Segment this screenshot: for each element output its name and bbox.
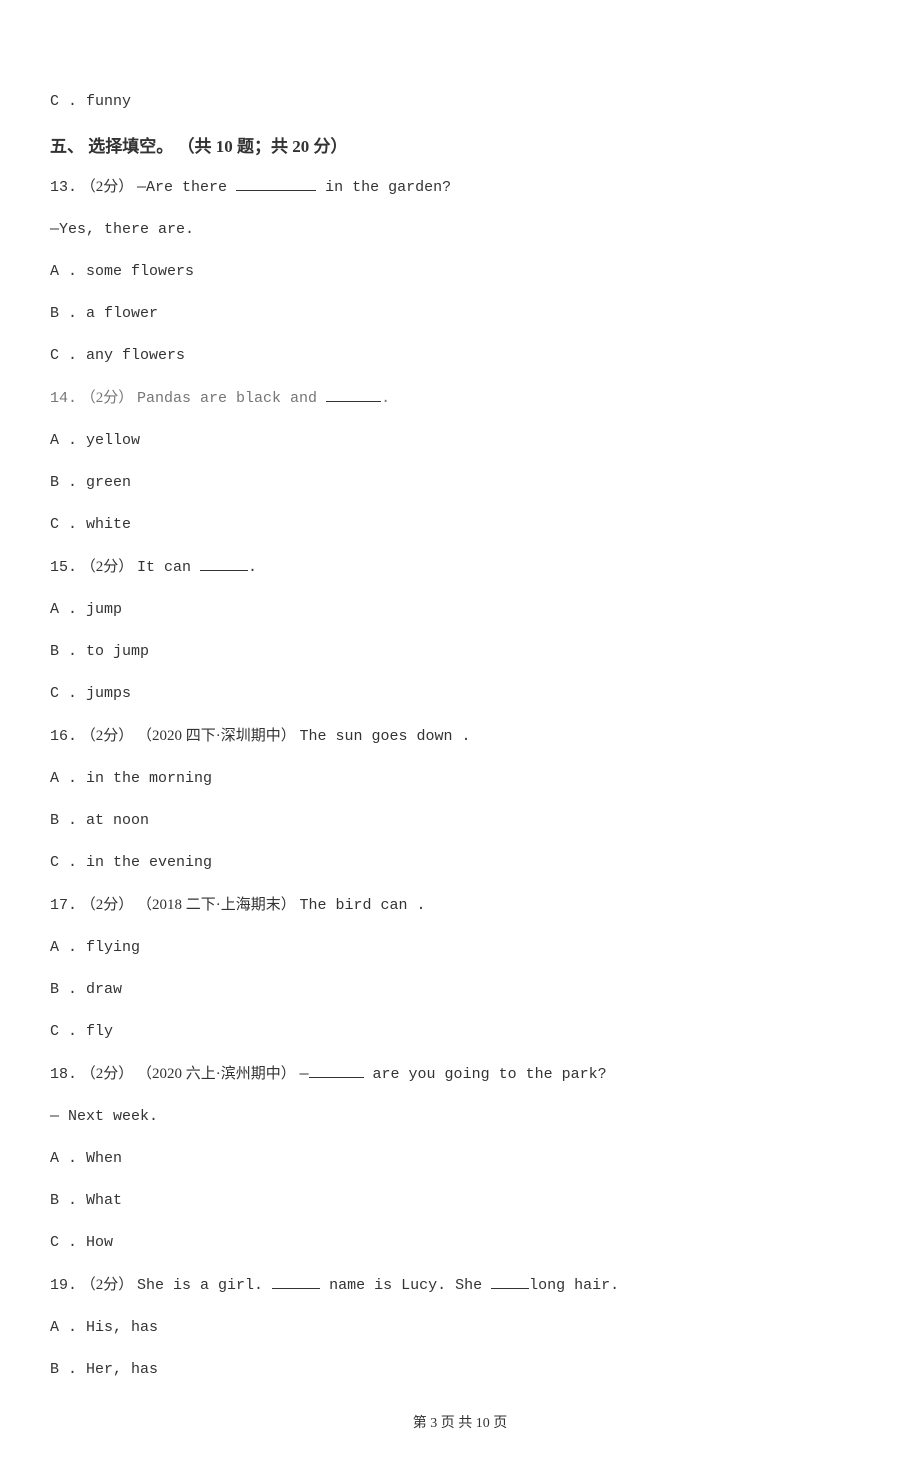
q14-option-a: A . yellow <box>50 429 870 453</box>
q18-points: （2分） <box>81 1066 134 1082</box>
q19-stem: 19. （2分） She is a girl. name is Lucy. Sh… <box>50 1273 870 1298</box>
q15-stem-part-b: . <box>248 559 257 576</box>
q16-stem: 16. （2分） （2020 四下·深圳期中） The sun goes dow… <box>50 724 870 749</box>
prev-question-option-c: C . funny <box>50 90 870 114</box>
q19-blank-2 <box>491 1273 529 1289</box>
q16-stem-text: The sun goes down . <box>300 728 471 745</box>
q15-stem-part-a: It can <box>137 559 200 576</box>
q19-option-b: B . Her, has <box>50 1358 870 1382</box>
q15-number: 15. <box>50 559 77 576</box>
q19-number: 19. <box>50 1277 77 1294</box>
q18-blank <box>309 1062 364 1078</box>
q17-source: （2018 二下·上海期末） <box>137 897 296 913</box>
q18-stem-part-a: — <box>300 1066 309 1083</box>
q17-points: （2分） <box>81 897 134 913</box>
q14-points: （2分） <box>81 390 134 406</box>
q18-number: 18. <box>50 1066 77 1083</box>
q19-points: （2分） <box>81 1277 134 1293</box>
q14-option-c: C . white <box>50 513 870 537</box>
q17-stem: 17. （2分） （2018 二下·上海期末） The bird can . <box>50 893 870 918</box>
q14-number: 14. <box>50 390 77 407</box>
q13-points: （2分） <box>81 179 134 195</box>
q13-answer-line: —Yes, there are. <box>50 218 870 242</box>
q13-option-c: C . any flowers <box>50 344 870 368</box>
q15-points: （2分） <box>81 559 134 575</box>
q17-option-b: B . draw <box>50 978 870 1002</box>
q15-option-a: A . jump <box>50 598 870 622</box>
q19-blank-1 <box>272 1273 320 1289</box>
q19-stem-part-a: She is a girl. <box>137 1277 272 1294</box>
q15-option-b: B . to jump <box>50 640 870 664</box>
q13-option-b: B . a flower <box>50 302 870 326</box>
q14-stem-part-a: Pandas are black and <box>137 390 326 407</box>
q15-blank <box>200 555 248 571</box>
q13-option-a: A . some flowers <box>50 260 870 284</box>
q19-stem-part-b: name is Lucy. She <box>320 1277 491 1294</box>
q14-blank <box>326 386 381 402</box>
q13-number: 13. <box>50 179 77 196</box>
q17-number: 17. <box>50 897 77 914</box>
q14-stem: 14. （2分） Pandas are black and . <box>50 386 870 411</box>
q16-number: 16. <box>50 728 77 745</box>
q13-stem: 13. （2分） —Are there in the garden? <box>50 175 870 200</box>
q18-stem-part-b: are you going to the park? <box>364 1066 607 1083</box>
q16-points: （2分） <box>81 728 134 744</box>
q18-option-b: B . What <box>50 1189 870 1213</box>
q13-blank <box>236 175 316 191</box>
q18-option-a: A . When <box>50 1147 870 1171</box>
section-5-title: 五、 选择填空。 （共 10 题；共 20 分） <box>50 132 870 157</box>
q18-option-c: C . How <box>50 1231 870 1255</box>
q16-option-a: A . in the morning <box>50 767 870 791</box>
q14-stem-part-b: . <box>381 390 390 407</box>
q17-stem-text: The bird can . <box>300 897 426 914</box>
q15-option-c: C . jumps <box>50 682 870 706</box>
q18-source: （2020 六上·滨州期中） <box>137 1066 296 1082</box>
q15-stem: 15. （2分） It can . <box>50 555 870 580</box>
page-footer: 第 3 页 共 10 页 <box>50 1412 870 1432</box>
q19-option-a: A . His, has <box>50 1316 870 1340</box>
q18-stem: 18. （2分） （2020 六上·滨州期中） — are you going … <box>50 1062 870 1087</box>
q16-option-c: C . in the evening <box>50 851 870 875</box>
q19-stem-part-c: long hair. <box>529 1277 619 1294</box>
page: C . funny 五、 选择填空。 （共 10 题；共 20 分） 13. （… <box>0 0 920 1462</box>
q16-option-b: B . at noon <box>50 809 870 833</box>
q17-option-a: A . flying <box>50 936 870 960</box>
q18-answer-line: — Next week. <box>50 1105 870 1129</box>
q13-stem-part-b: in the garden? <box>316 179 451 196</box>
q16-source: （2020 四下·深圳期中） <box>137 728 296 744</box>
q17-option-c: C . fly <box>50 1020 870 1044</box>
q14-option-b: B . green <box>50 471 870 495</box>
q13-stem-part-a: —Are there <box>137 179 236 196</box>
